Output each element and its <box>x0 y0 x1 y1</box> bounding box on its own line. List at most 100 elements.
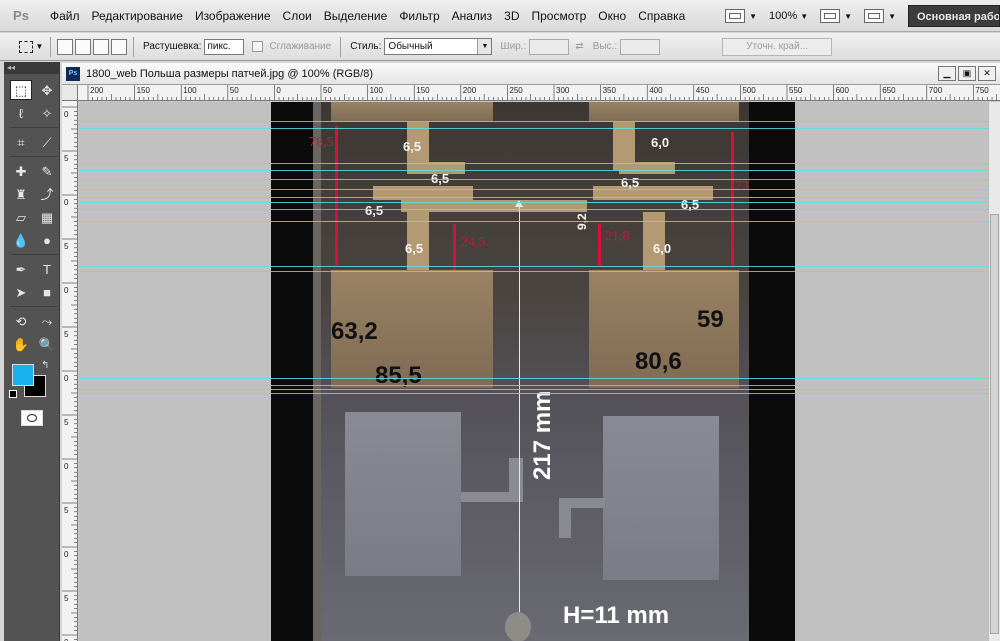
intersect-selection-button[interactable] <box>111 38 127 55</box>
quick-mask-icon <box>27 414 37 422</box>
gradient-tool[interactable]: ▦ <box>36 207 58 227</box>
arrow-icon: ➤ <box>15 284 27 300</box>
dimension-label: 73 <box>735 179 749 194</box>
menu-help[interactable]: Справка <box>632 0 691 32</box>
height-input[interactable] <box>620 38 661 55</box>
tool-preset-picker[interactable]: ▼ <box>18 37 44 57</box>
new-selection-button[interactable] <box>57 38 73 55</box>
arrange-documents-button[interactable]: ▼ <box>814 0 858 32</box>
eyedropper-tool[interactable]: ⟋ <box>36 132 58 152</box>
foreground-color[interactable] <box>12 364 34 386</box>
eyedropper-icon: ⟋ <box>42 134 52 150</box>
type-tool[interactable]: T <box>36 259 58 279</box>
magic-wand-icon: ✧ <box>41 105 53 121</box>
magic-wand-tool[interactable]: ✧ <box>36 103 58 123</box>
eraser-icon: ▱ <box>16 209 26 225</box>
scrollbar-thumb[interactable] <box>990 214 999 634</box>
menu-edit[interactable]: Редактирование <box>86 0 189 32</box>
pen-tool[interactable]: ✒ <box>10 259 32 279</box>
vertical-ruler[interactable]: 0505050505050 <box>62 101 78 641</box>
launch-bridge-button[interactable]: ▼ <box>719 0 763 32</box>
menu-select[interactable]: Выделение <box>318 0 394 32</box>
menu-filter[interactable]: Фильтр <box>393 0 445 32</box>
default-colors-icon[interactable] <box>9 390 17 398</box>
collapse-panel-icon[interactable]: ◂◂ <box>4 62 59 74</box>
chevron-down-icon: ▼ <box>35 42 44 51</box>
patch-top-right-strip <box>589 102 739 122</box>
zoom-level-select[interactable]: 100% ▼ <box>763 0 814 32</box>
3d-camera-tool[interactable]: ⤳ <box>36 311 58 331</box>
history-brush-tool[interactable]: ⤴ <box>36 184 58 204</box>
menu-file[interactable]: Файл <box>44 0 86 32</box>
horizontal-ruler[interactable]: 200 150 100 50 0 50 100 150 200 250 300 350 400 450 50… <box>78 85 1000 101</box>
clone-stamp-tool[interactable]: ♜ <box>10 184 32 204</box>
refine-edge-button[interactable]: Уточн. край... <box>722 37 833 56</box>
3d-rotate-tool[interactable]: ⟲ <box>10 311 32 331</box>
chevron-down-icon: ▼ <box>800 11 809 21</box>
menu-3d[interactable]: 3D <box>498 0 525 32</box>
menu-layer[interactable]: Слои <box>277 0 318 32</box>
horizontal-ruler-ticks: 200 150 100 50 0 50 100 150 200 250 300 350 400 450 50… <box>87 85 998 100</box>
board-edge <box>313 102 321 641</box>
menu-view[interactable]: Просмотр <box>525 0 592 32</box>
swap-dimensions-icon[interactable]: ⇄ <box>575 41 583 52</box>
chevron-down-icon: ▼ <box>844 11 853 21</box>
dimension-label: 6,5 <box>365 203 384 218</box>
window-controls: ▁ ▣ ✕ <box>938 66 996 81</box>
ruler-origin[interactable] <box>62 85 78 101</box>
guide-line <box>79 128 1000 129</box>
hand-tool[interactable]: ✋ <box>10 334 32 354</box>
zoom-tool[interactable]: 🔍 <box>36 334 58 354</box>
quick-mask-button[interactable] <box>21 410 43 426</box>
dodge-tool[interactable]: ● <box>36 230 58 250</box>
menu-analysis[interactable]: Анализ <box>446 0 499 32</box>
width-input[interactable] <box>529 38 570 55</box>
dimension-bar <box>453 224 456 270</box>
dimension-bar <box>731 132 734 266</box>
document-tab[interactable]: Ps 1800_web Польша размеры патчей.jpg @ … <box>62 63 1000 85</box>
ruler-label: 400 <box>649 86 663 95</box>
subtract-selection-button[interactable] <box>93 38 109 55</box>
ruler-label: 0 <box>64 462 69 471</box>
document-title: 1800_web Польша размеры патчей.jpg @ 100… <box>86 67 374 80</box>
eraser-tool[interactable]: ▱ <box>10 207 32 227</box>
crop-tool[interactable]: ⌗ <box>10 132 32 152</box>
height-label: Выс.: <box>592 41 618 52</box>
antialias-checkbox[interactable] <box>252 41 264 52</box>
maximize-button[interactable]: ▣ <box>958 66 976 81</box>
lasso-tool[interactable]: ℓ <box>10 103 32 123</box>
workspace-switcher[interactable]: Основная рабо <box>908 5 1000 27</box>
ruler-label: 250 <box>509 86 523 95</box>
rect-marquee-tool[interactable]: ⬚ <box>10 80 32 100</box>
swap-colors-icon[interactable]: ↰ <box>41 360 49 371</box>
close-button[interactable]: ✕ <box>978 66 996 81</box>
ruler-label: 0 <box>64 286 69 295</box>
feather-input[interactable]: пикс. <box>204 38 245 55</box>
menu-image[interactable]: Изображение <box>189 0 277 32</box>
screen-mode-button[interactable]: ▼ <box>858 0 902 32</box>
ruler-label: 5 <box>64 154 69 163</box>
dimension-bar <box>598 224 601 266</box>
ruler-label: 200 <box>90 86 104 95</box>
vertical-scrollbar[interactable] <box>988 102 1000 641</box>
guide-line <box>79 378 1000 379</box>
shape-tool[interactable]: ■ <box>36 282 58 302</box>
divider <box>10 156 58 157</box>
canvas-area[interactable]: 6,5 6,5 6,5 6,5 6,0 6,5 6,5 6,0 9,2 78,5… <box>79 102 1000 641</box>
feather-label: Растушевка: <box>143 41 202 52</box>
healing-brush-tool[interactable]: ✚ <box>10 161 32 181</box>
ruler-label: 0 <box>276 86 281 95</box>
film-icon <box>725 9 746 23</box>
guide-line <box>79 385 1000 386</box>
minimize-button[interactable]: ▁ <box>938 66 956 81</box>
style-select[interactable]: Обычный ▼ <box>384 38 493 55</box>
menu-window[interactable]: Окно <box>592 0 632 32</box>
brush-tool[interactable]: ✎ <box>36 161 58 181</box>
history-brush-icon: ⤴ <box>40 186 54 202</box>
add-to-selection-button[interactable] <box>75 38 91 55</box>
path-select-tool[interactable]: ➤ <box>10 282 32 302</box>
dimension-label: 6,5 <box>403 139 422 154</box>
blur-tool[interactable]: 💧 <box>10 230 32 250</box>
move-tool[interactable]: ✥ <box>36 80 58 100</box>
guide-line <box>79 209 1000 210</box>
